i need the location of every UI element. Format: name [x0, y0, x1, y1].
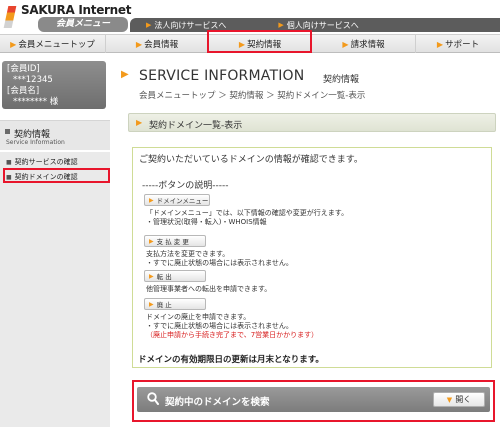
member-name-value: ******** 様	[13, 97, 59, 107]
transfer-out-description: 他管理事業者への転出を申請できます。	[146, 285, 271, 294]
description-line: ドメインの廃止を申請できます。	[146, 313, 251, 321]
nav-arrow-icon: ▶	[436, 39, 444, 49]
open-button-label: 開く	[455, 395, 472, 404]
button-label: 支 払 変 更	[156, 238, 189, 246]
abolish-description: ドメインの廃止を申請できます。 ・すでに廃止状態の場合には表示されません。 （廃…	[146, 313, 318, 340]
nav-label: サポート	[445, 40, 480, 50]
nav-label: 会員メニュートップ	[18, 40, 95, 50]
button-description-title: -----ボタンの説明-----	[142, 181, 229, 191]
description-line: ・管理状況(取得・転入)・WHOIS情報	[146, 218, 267, 226]
button-label: 転 出	[156, 273, 172, 281]
page-title-ja: 契約情報	[323, 75, 360, 85]
section-title: 契約ドメイン一覧-表示	[149, 121, 243, 131]
personal-services-link[interactable]: ▶ 個人向けサービスへ	[262, 20, 358, 31]
nav-billing-info[interactable]: ▶ 請求情報	[312, 35, 416, 53]
top-service-bar: ▶ 法人向けサービスへ ▶ 個人向けサービスへ	[130, 18, 500, 32]
expiry-notice: ドメインの有効期限日の更新は月末となります。	[138, 355, 324, 365]
search-icon	[147, 392, 159, 405]
payment-change-button[interactable]: ▶ 支 払 変 更	[144, 235, 206, 247]
button-label: 廃 止	[156, 301, 172, 309]
nav-highlight-frame	[207, 30, 312, 53]
personal-services-label: 個人向けサービスへ	[286, 20, 359, 30]
arrow-icon: ▶	[278, 21, 284, 29]
title-arrow-icon: ▶	[121, 69, 129, 80]
button-arrow-icon: ▶	[149, 196, 154, 204]
bullet-icon: ■	[6, 158, 12, 166]
abolish-note: （廃止申請から手続き完了まで、7営業日かかります）	[146, 331, 319, 339]
nav-label: 請求情報	[350, 40, 385, 50]
search-label: 契約中のドメインを検索	[165, 397, 270, 408]
nav-support[interactable]: ▶ サポート	[416, 35, 500, 53]
sidebar-section-header: 契約情報 Service Information	[0, 120, 110, 150]
section-header-bar: ▶ 契約ドメイン一覧-表示	[128, 113, 496, 132]
description-line: 支払方法を変更できます。	[146, 250, 230, 258]
domain-menu-button[interactable]: ▶ ドメインメニュー	[144, 194, 210, 206]
nav-arrow-icon: ▶	[342, 39, 349, 49]
nav-member-top[interactable]: ▶ 会員メニュートップ	[0, 35, 106, 53]
domain-search-bar[interactable]: 契約中のドメインを検索 ▼ 開く	[137, 387, 490, 412]
button-arrow-icon: ▶	[149, 300, 154, 308]
logo-mark	[3, 6, 17, 28]
sidebar-section-subtitle: Service Information	[6, 139, 65, 146]
logo[interactable]: SAKURA Internet 会員メニュー	[0, 0, 135, 34]
description-line: 「ドメインメニュー」では、以下情報の確認や変更が行えます。	[146, 209, 349, 217]
chevron-down-icon: ▼	[446, 395, 453, 404]
intro-text: ご契約いただいているドメインの情報が確認できます。	[139, 155, 363, 165]
corporate-services-link[interactable]: ▶ 法人向けサービスへ	[130, 20, 226, 31]
nav-member-info[interactable]: ▶ 会員情報	[106, 35, 209, 53]
breadcrumb: 会員メニュートップ ＞ 契約情報 ＞ 契約ドメイン一覧-表示	[139, 91, 366, 101]
nav-label: 会員情報	[144, 40, 179, 50]
member-id-value: ***12345	[13, 75, 53, 85]
button-label: ドメインメニュー	[156, 197, 209, 205]
brand-subtitle: 会員メニュー	[38, 17, 128, 32]
sidebar-item-contract-services[interactable]: ■ 契約サービスの確認	[6, 157, 78, 167]
button-arrow-icon: ▶	[149, 237, 154, 245]
nav-arrow-icon: ▶	[10, 39, 17, 49]
sidebar-highlight-frame	[3, 168, 110, 183]
description-line: ・すでに廃止状態の場合には表示されません。	[146, 259, 293, 267]
description-line: 他管理事業者への転出を申請できます。	[146, 285, 272, 293]
abolish-button[interactable]: ▶ 廃 止	[144, 298, 206, 310]
button-arrow-icon: ▶	[149, 272, 154, 280]
member-id-label: [会員ID]	[7, 64, 40, 74]
domain-menu-description: 「ドメインメニュー」では、以下情報の確認や変更が行えます。 ・管理状況(取得・転…	[146, 209, 348, 227]
section-bullet-icon	[5, 129, 10, 134]
section-arrow-icon: ▶	[136, 118, 143, 127]
member-info-box: [会員ID] ***12345 [会員名] ******** 様	[2, 61, 106, 109]
open-search-button[interactable]: ▼ 開く	[433, 392, 485, 407]
sidebar-item-label: 契約サービスの確認	[14, 158, 78, 166]
payment-change-description: 支払方法を変更できます。 ・すでに廃止状態の場合には表示されません。	[146, 250, 293, 268]
page-title: SERVICE INFORMATION	[139, 68, 305, 84]
corporate-services-label: 法人向けサービスへ	[154, 20, 227, 30]
transfer-out-button[interactable]: ▶ 転 出	[144, 270, 206, 282]
brand-name: SAKURA Internet	[21, 3, 132, 17]
arrow-icon: ▶	[146, 21, 152, 29]
nav-arrow-icon: ▶	[135, 39, 143, 49]
member-name-label: [会員名]	[7, 86, 40, 96]
sidebar-background	[0, 152, 110, 427]
description-line: ・すでに廃止状態の場合には表示されません。	[146, 322, 293, 330]
